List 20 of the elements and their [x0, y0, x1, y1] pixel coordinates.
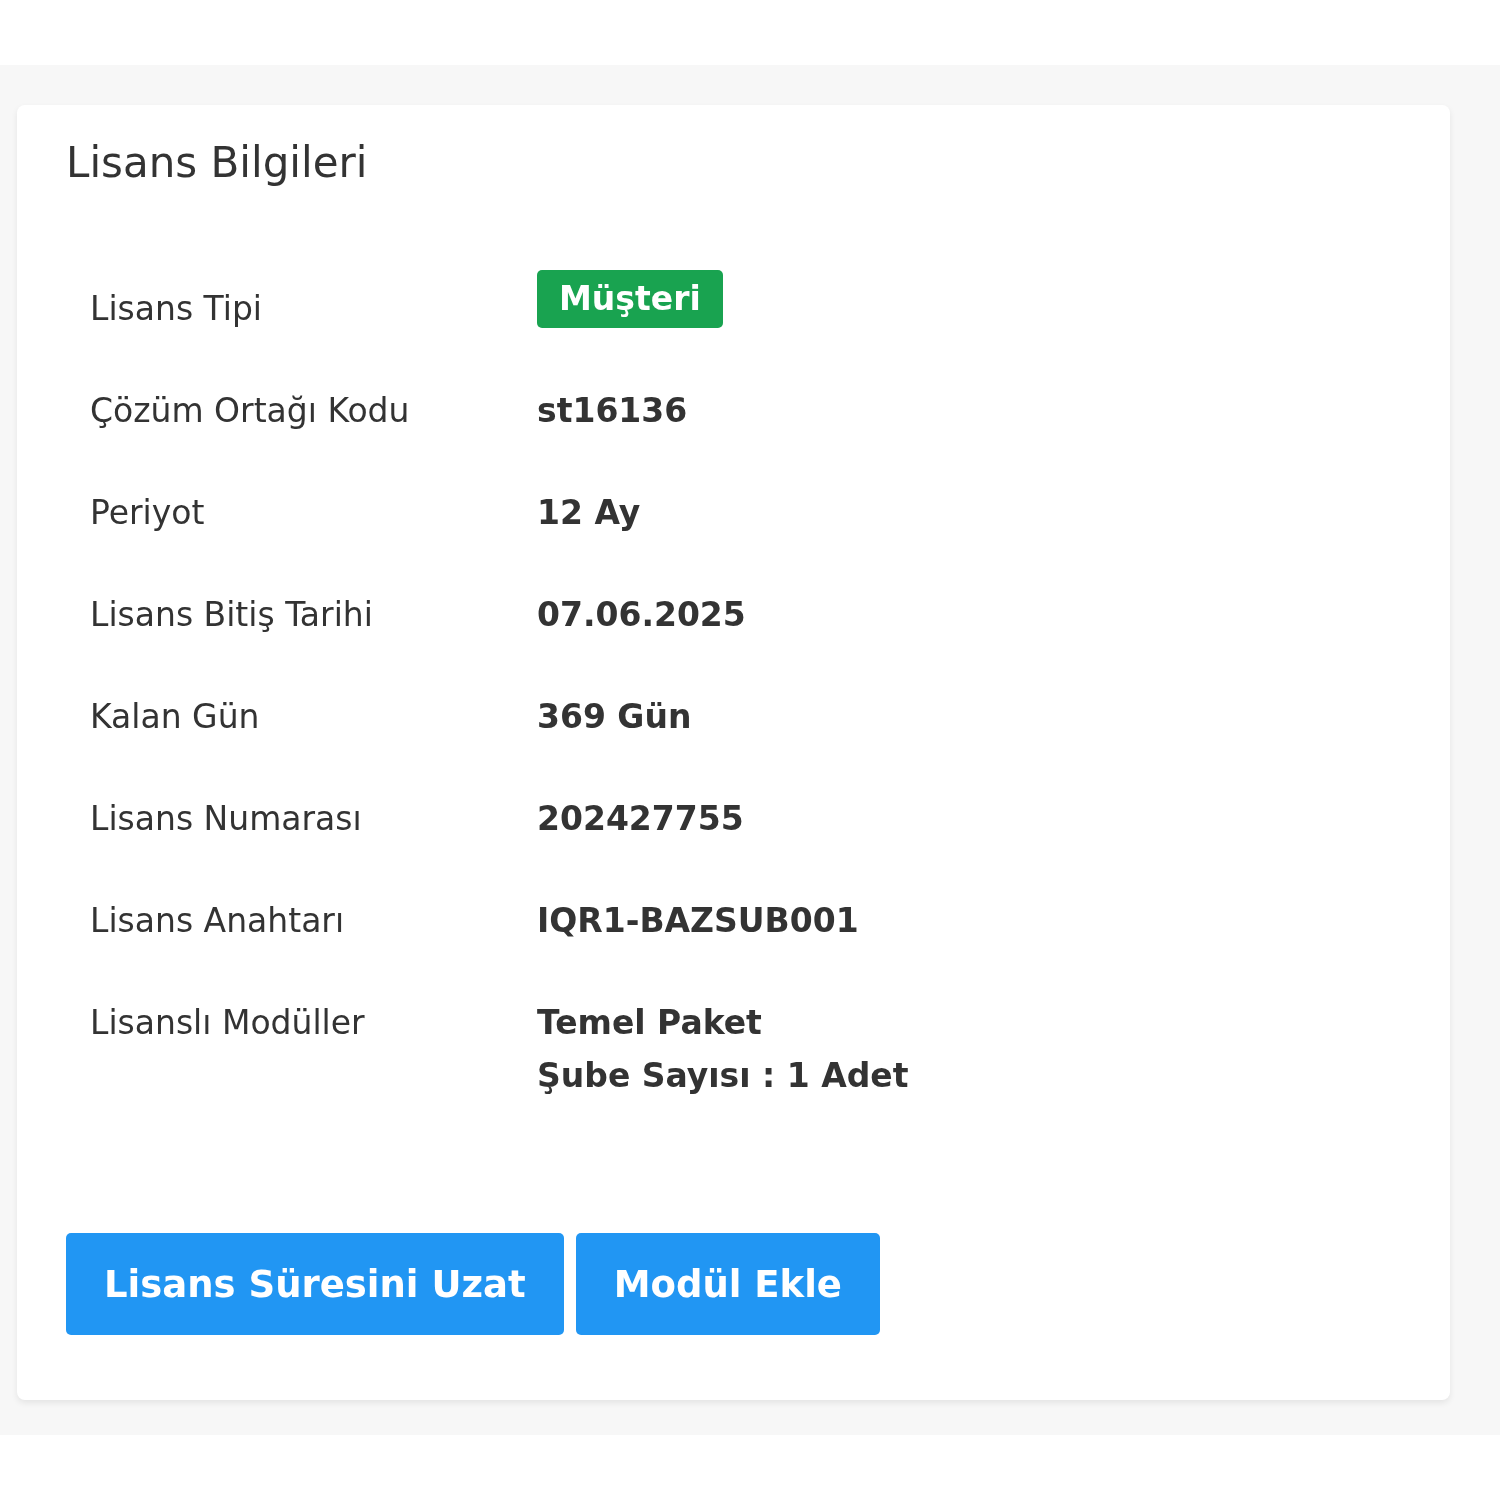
field-label: Çözüm Ortağı Kodu — [90, 390, 411, 432]
action-button[interactable]: Lisans Süresini Uzat — [66, 1233, 564, 1335]
field-value: 07.06.2025 — [537, 594, 746, 636]
field-value: Şube Sayısı : 1 Adet — [537, 1055, 909, 1097]
status-badge: Müşteri — [537, 270, 723, 328]
action-button[interactable]: Modül Ekle — [575, 1233, 880, 1335]
card-title: Lisans Bilgileri — [66, 137, 369, 189]
field-label: Kalan Gün — [90, 696, 261, 738]
field-value: 12 Ay — [537, 492, 641, 534]
field-label: Lisans Tipi — [90, 288, 263, 330]
field-value: Temel Paket — [537, 1002, 763, 1044]
field-label: Lisans Anahtarı — [90, 900, 346, 942]
field-value: 369 Gün — [537, 696, 692, 738]
field-label: Lisanslı Modüller — [90, 1002, 366, 1044]
field-value: st16136 — [537, 390, 688, 432]
field-label: Lisans Numarası — [90, 798, 363, 840]
field-label: Periyot — [90, 492, 206, 534]
field-value: IQR1-BAZSUB001 — [537, 900, 859, 942]
field-label: Lisans Bitiş Tarihi — [90, 594, 374, 636]
field-value: 202427755 — [537, 798, 744, 840]
